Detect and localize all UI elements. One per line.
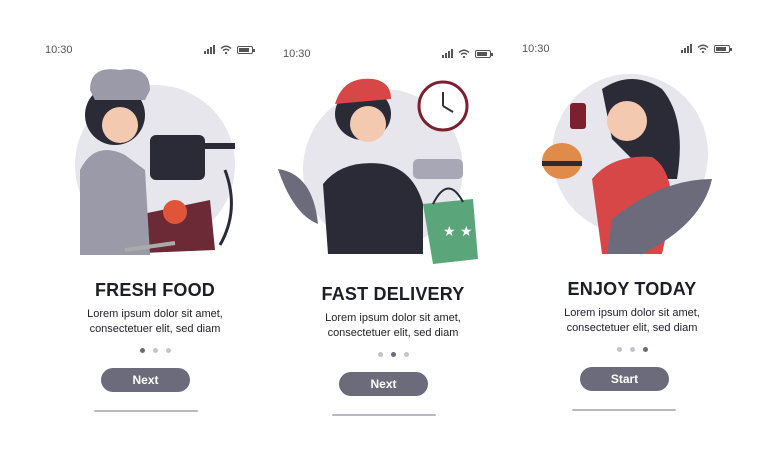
screen-description: Lorem ipsum dolor sit amet, consectetuer… [273,311,513,341]
screen-title: FAST DELIVERY [321,284,465,304]
description-line: Lorem ipsum dolor sit amet, [87,308,223,320]
description-line: Lorem ipsum dolor sit amet, [564,307,700,319]
screen-description: Lorem ipsum dolor sit amet, consectetuer… [35,307,275,337]
description-line: consectetuer elit, sed diam [566,322,698,334]
home-indicator [332,414,436,416]
page-indicator [273,352,513,357]
page-dot [629,347,635,352]
woman-eating-burger-illustration [542,74,712,254]
onboarding-screen-fresh-food: 10:30 FRESH FOOD Lorem ipsum dolor sit a… [35,0,275,440]
signal-icon [204,45,215,54]
status-time: 10:30 [283,48,311,60]
status-bar: 10:30 [283,48,493,62]
signal-icon [442,49,453,58]
home-indicator [572,409,676,411]
page-dot [152,348,158,353]
page-indicator [35,348,275,353]
start-button[interactable]: Start [580,367,669,391]
battery-icon [237,45,255,54]
next-button[interactable]: Next [339,372,428,396]
status-bar: 10:30 [522,43,732,57]
home-indicator [94,410,198,412]
page-dot [139,348,145,353]
wifi-icon [220,45,232,54]
page-indicator [512,347,752,352]
description-line: consectetuer elit, sed diam [89,323,221,335]
page-dot [642,347,648,352]
description-line: consectetuer elit, sed diam [327,327,459,339]
next-button[interactable]: Next [101,368,190,392]
status-bar: 10:30 [45,44,255,58]
svg-text:★ ★: ★ ★ [443,224,473,240]
status-time: 10:30 [45,44,73,56]
battery-icon [475,49,493,58]
screen-title: FRESH FOOD [94,280,215,300]
page-dot [377,352,383,357]
screen-title: ENJOY TODAY [567,279,697,299]
page-dot [616,347,622,352]
chef-cooking-illustration [75,69,235,255]
signal-icon [681,44,692,53]
status-time: 10:30 [522,43,550,55]
onboarding-screen-enjoy-today: 10:30 ENJOY TODAY Lorem ipsum dolor sit … [512,0,752,439]
wifi-icon [458,49,470,58]
courier-with-clock-illustration: ★ ★ [278,78,478,264]
page-dot [403,352,409,357]
battery-icon [714,44,732,53]
description-line: Lorem ipsum dolor sit amet, [325,312,461,324]
wifi-icon [697,44,709,53]
page-dot [390,352,396,357]
page-dot [165,348,171,353]
screen-description: Lorem ipsum dolor sit amet, consectetuer… [512,306,752,336]
onboarding-screen-fast-delivery: 10:30 ★ ★ FAST DELIVERY Lorem ipsum dolo… [273,4,513,444]
